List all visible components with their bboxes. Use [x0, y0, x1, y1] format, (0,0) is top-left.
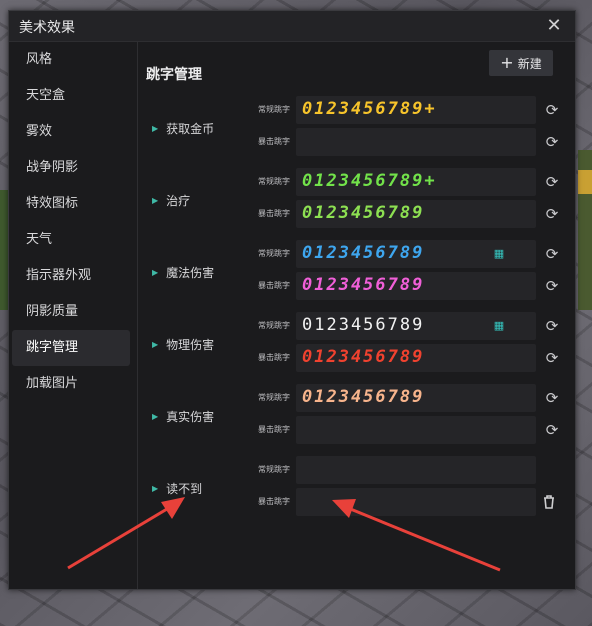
- close-icon[interactable]: ✕: [543, 15, 565, 37]
- group-label[interactable]: ▶ 读不到: [152, 480, 202, 497]
- crit-text-label: 暴击跳字: [258, 425, 290, 434]
- expand-triangle-icon: ▶: [152, 340, 159, 349]
- crit-text-label: 暴击跳字: [258, 353, 290, 362]
- floating-text-group-true: ▶ 真实伤害 常规跳字 0123456789 ⟳ 暴击跳字 ⟳: [138, 384, 575, 452]
- sidebar-item-indicator-look[interactable]: 指示器外观: [12, 258, 130, 294]
- crit-text-label: 暴击跳字: [258, 281, 290, 290]
- normal-text-row: 常规跳字 0123456789 ▦ ⟳: [234, 240, 592, 268]
- group-label[interactable]: ▶ 魔法伤害: [152, 264, 214, 281]
- group-name: 物理伤害: [166, 338, 215, 352]
- sidebar-item-fog[interactable]: 雾效: [12, 114, 130, 150]
- normal-text-row: 常规跳字 0123456789+ ⟳: [234, 96, 592, 124]
- sidebar-item-shadow-quality[interactable]: 阴影质量: [12, 294, 130, 330]
- normal-text-row: 常规跳字 0123456789+ ⟳: [234, 168, 592, 196]
- new-button[interactable]: + 新建: [489, 50, 553, 76]
- crit-text-row: 暴击跳字 ⟳: [234, 416, 592, 444]
- sidebar-item-style[interactable]: 风格: [12, 42, 130, 78]
- crit-text-row: 暴击跳字 0123456789 ⟳: [234, 344, 592, 372]
- normal-text-row: 常规跳字 0123456789 ⟳: [234, 384, 592, 412]
- sidebar-item-fog-of-war[interactable]: 战争阴影: [12, 150, 130, 186]
- expand-triangle-icon: ▶: [152, 124, 159, 133]
- sidebar-item-floating-text[interactable]: 跳字管理: [12, 330, 130, 366]
- crit-text-slot[interactable]: [296, 416, 536, 444]
- normal-text-slot[interactable]: 0123456789+: [296, 96, 536, 124]
- normal-text-label: 常规跳字: [258, 393, 290, 402]
- group-name: 真实伤害: [166, 410, 215, 424]
- group-label[interactable]: ▶ 真实伤害: [152, 408, 214, 425]
- expand-triangle-icon: ▶: [152, 196, 159, 205]
- refresh-icon[interactable]: ⟳: [542, 316, 562, 336]
- digit-preview: 0123456789: [302, 387, 425, 407]
- new-button-label: 新建: [517, 56, 542, 71]
- sidebar-item-skybox[interactable]: 天空盒: [12, 78, 130, 114]
- crit-text-label: 暴击跳字: [258, 497, 290, 506]
- normal-text-label: 常规跳字: [258, 177, 290, 186]
- digit-preview: 0123456789: [302, 347, 425, 367]
- crit-text-row: 暴击跳字 ⟳: [234, 128, 592, 156]
- refresh-icon[interactable]: ⟳: [542, 276, 562, 296]
- page-title: 跳字管理: [146, 67, 202, 83]
- group-name: 读不到: [166, 482, 203, 496]
- sidebar-item-weather[interactable]: 天气: [12, 222, 130, 258]
- refresh-icon[interactable]: ⟳: [542, 204, 562, 224]
- refresh-icon[interactable]: ⟳: [542, 244, 562, 264]
- floating-text-group-physical: ▶ 物理伤害 常规跳字 0123456789 ▦ ⟳ 暴击跳字 0123456789 ⟳: [138, 312, 575, 380]
- refresh-icon[interactable]: ⟳: [542, 420, 562, 440]
- floating-text-group-magic: ▶ 魔法伤害 常规跳字 0123456789 ▦ ⟳ 暴击跳字 0123456789 ⟳: [138, 240, 575, 308]
- digit-preview: 0123456789: [302, 243, 425, 263]
- crit-text-label: 暴击跳字: [258, 209, 290, 218]
- crit-text-row: 暴击跳字 0123456789 ⟳: [234, 200, 592, 228]
- main-content: 跳字管理 + 新建 ▶ 获取金币 常规跳字 0123456789+ ⟳ 暴击跳字 ⟳ ▶ 治疗常…: [138, 42, 575, 589]
- trash-icon[interactable]: [539, 492, 559, 512]
- normal-text-slot[interactable]: 0123456789+: [296, 168, 536, 196]
- digit-preview: 0123456789: [302, 275, 425, 295]
- group-label[interactable]: ▶ 获取金币: [152, 120, 214, 137]
- normal-text-label: 常规跳字: [258, 249, 290, 258]
- digit-preview: 0123456789: [302, 315, 425, 335]
- crit-text-slot[interactable]: [296, 488, 536, 516]
- sidebar: 风格 天空盒 雾效 战争阴影 特效图标 天气 指示器外观 阴影质量 跳字管理 加…: [9, 42, 138, 589]
- normal-text-label: 常规跳字: [258, 321, 290, 330]
- expand-triangle-icon: ▶: [152, 268, 159, 277]
- refresh-icon[interactable]: ⟳: [542, 388, 562, 408]
- crit-text-slot[interactable]: 0123456789: [296, 272, 536, 300]
- group-name: 魔法伤害: [166, 266, 215, 280]
- art-effects-window: 美术效果 ✕ 风格 天空盒 雾效 战争阴影 特效图标 天气 指示器外观 阴影质量…: [8, 10, 576, 590]
- title-bar: 美术效果 ✕: [9, 11, 575, 42]
- expand-triangle-icon: ▶: [152, 484, 159, 493]
- refresh-icon[interactable]: ⟳: [542, 172, 562, 192]
- digit-preview: 0123456789: [302, 203, 425, 223]
- refresh-icon[interactable]: ⟳: [542, 100, 562, 120]
- refresh-icon[interactable]: ⟳: [542, 348, 562, 368]
- group-label[interactable]: ▶ 治疗: [152, 192, 190, 209]
- refresh-icon[interactable]: ⟳: [542, 132, 562, 152]
- normal-text-row: 常规跳字 0123456789 ▦ ⟳: [234, 312, 592, 340]
- sidebar-item-loading-image[interactable]: 加载图片: [12, 366, 130, 402]
- normal-text-label: 常规跳字: [258, 465, 290, 474]
- extra-glyph-icon: ▦: [493, 247, 505, 260]
- crit-text-slot[interactable]: [296, 128, 536, 156]
- window-title: 美术效果: [19, 20, 75, 36]
- crit-text-slot[interactable]: 0123456789: [296, 200, 536, 228]
- sidebar-item-effect-icons[interactable]: 特效图标: [12, 186, 130, 222]
- extra-glyph-icon: ▦: [493, 319, 505, 332]
- crit-text-label: 暴击跳字: [258, 137, 290, 146]
- crit-text-slot[interactable]: 0123456789: [296, 344, 536, 372]
- digit-preview: 0123456789+: [302, 99, 437, 119]
- crit-text-row: 暴击跳字 0123456789 ⟳: [234, 272, 592, 300]
- expand-triangle-icon: ▶: [152, 412, 159, 421]
- floating-text-group-heal: ▶ 治疗 常规跳字 0123456789+ ⟳ 暴击跳字 0123456789 ⟳: [138, 168, 575, 236]
- normal-text-label: 常规跳字: [258, 105, 290, 114]
- group-name: 获取金币: [166, 122, 215, 136]
- group-label[interactable]: ▶ 物理伤害: [152, 336, 214, 353]
- plus-icon: +: [500, 53, 514, 72]
- digit-preview: 0123456789+: [302, 171, 437, 191]
- floating-text-group-gold: ▶ 获取金币 常规跳字 0123456789+ ⟳ 暴击跳字 ⟳: [138, 96, 575, 164]
- floating-text-group-unreadable: ▶ 读不到 常规跳字暴击跳字: [138, 456, 575, 524]
- normal-text-row: 常规跳字: [234, 456, 592, 484]
- group-name: 治疗: [166, 194, 191, 208]
- normal-text-slot[interactable]: 0123456789: [296, 384, 536, 412]
- normal-text-slot[interactable]: [296, 456, 536, 484]
